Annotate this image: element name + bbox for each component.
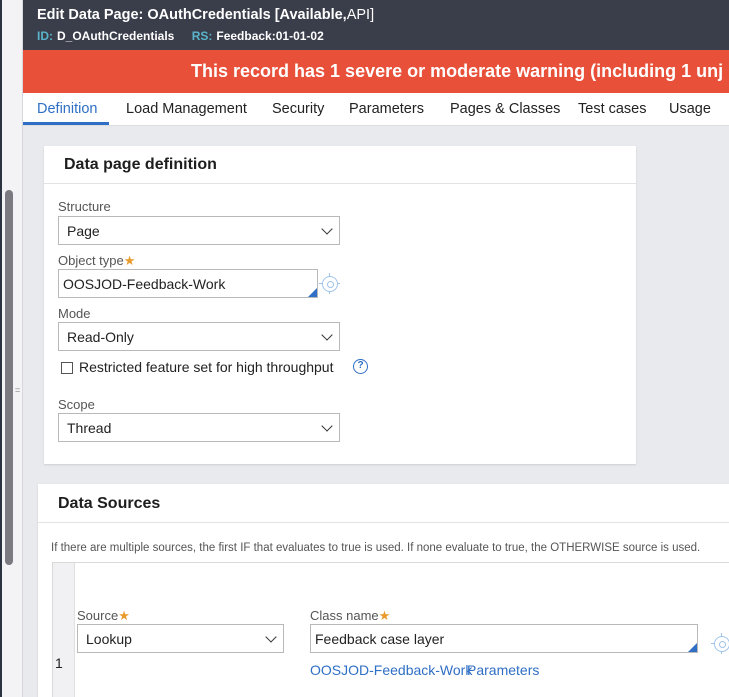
data-sources-card: Data Sources If there are multiple sourc… <box>38 484 729 697</box>
id-value: D_OAuthCredentials <box>57 29 175 43</box>
scope-label: Scope <box>58 397 95 412</box>
rule-header: Edit Data Page: OAuthCredentials [Availa… <box>23 0 729 50</box>
mode-value: Read-Only <box>67 329 134 345</box>
structure-label: Structure <box>58 199 111 214</box>
autocomplete-corner-icon <box>308 288 317 297</box>
tab-pages-classes[interactable]: Pages & Classes <box>450 101 560 117</box>
object-type-label: Object type★ <box>58 253 136 268</box>
tab-definition[interactable]: Definition <box>37 101 97 117</box>
required-star-icon: ★ <box>123 253 136 268</box>
rule-meta: ID: D_OAuthCredentials RS: Feedback:01-01-… <box>37 29 729 43</box>
row-number: 1 <box>55 655 63 671</box>
data-sources-info: If there are multiple sources, the first… <box>51 542 701 554</box>
chevron-down-icon <box>321 223 333 235</box>
tab-bar: Definition Load Management Security Para… <box>23 93 729 126</box>
open-rule-target-icon[interactable] <box>319 273 340 294</box>
scope-select[interactable]: Thread <box>58 413 340 442</box>
source-value: Lookup <box>86 631 132 647</box>
left-edge <box>0 0 2 697</box>
tab-security[interactable]: Security <box>272 101 324 117</box>
class-name-input[interactable]: Feedback case layer <box>310 624 698 653</box>
warning-banner[interactable]: This record has 1 severe or moderate war… <box>23 50 729 93</box>
edit-label: Edit <box>37 7 65 23</box>
resize-grip-icon[interactable]: = <box>15 386 22 395</box>
structure-select[interactable]: Page <box>58 216 340 245</box>
tab-load-management[interactable]: Load Management <box>126 101 247 117</box>
data-page-definition-card: Data page definition Structure Page Obje… <box>44 146 636 464</box>
chevron-down-icon <box>321 420 333 432</box>
chevron-down-icon <box>265 631 277 643</box>
active-tab-indicator <box>23 122 109 125</box>
source-select[interactable]: Lookup <box>77 624 284 653</box>
id-key: ID: <box>37 29 53 43</box>
class-name-value: Feedback case layer <box>315 631 445 647</box>
object-type-input[interactable]: OOSJOD-Feedback-Work <box>58 269 318 298</box>
card-title: Data Sources <box>58 495 161 512</box>
restricted-feature-label[interactable]: Restricted feature set for high throughp… <box>79 359 333 375</box>
rule-name: OAuthCredentials <box>147 7 271 23</box>
rule-status: [Available, <box>274 7 347 23</box>
required-star-icon: ★ <box>378 608 391 623</box>
rs-value[interactable]: Feedback:01-01-02 <box>216 29 323 43</box>
source-label: Source★ <box>77 608 130 623</box>
mode-select[interactable]: Read-Only <box>58 322 340 351</box>
left-rail: = <box>0 0 23 697</box>
tab-test-cases[interactable]: Test cases <box>578 101 647 117</box>
required-star-icon: ★ <box>118 608 130 623</box>
source-row: 1 Source★ Lookup Class name★ Feedback ca… <box>52 562 729 697</box>
card-title: Data page definition <box>64 156 217 173</box>
rs-key: RS: <box>191 29 213 43</box>
object-type-value: OOSJOD-Feedback-Work <box>63 276 226 292</box>
autocomplete-corner-icon <box>688 643 697 652</box>
restricted-feature-checkbox[interactable] <box>61 362 73 374</box>
divider <box>38 522 729 523</box>
rule-type: Data Page: <box>68 7 144 23</box>
structure-value: Page <box>67 223 100 239</box>
row-number-column: 1 <box>53 563 75 697</box>
open-rule-target-icon[interactable] <box>711 633 729 654</box>
parameters-link[interactable]: Parameters <box>467 662 539 678</box>
help-icon[interactable]: ? <box>353 359 368 374</box>
scope-value: Thread <box>67 420 112 436</box>
rule-status-api: API] <box>346 7 375 23</box>
tab-parameters[interactable]: Parameters <box>349 101 424 117</box>
mode-label: Mode <box>58 306 91 321</box>
tab-usage[interactable]: Usage <box>669 101 711 117</box>
divider <box>44 183 636 184</box>
chevron-down-icon <box>321 329 333 341</box>
scrollbar-thumb[interactable] <box>5 190 13 565</box>
class-name-label: Class name★ <box>310 608 391 623</box>
content-area: Data page definition Structure Page Obje… <box>23 126 729 697</box>
rule-title: Edit Data Page: OAuthCredentials [Availa… <box>37 7 729 23</box>
class-link[interactable]: OOSJOD-Feedback-Work <box>310 662 472 678</box>
